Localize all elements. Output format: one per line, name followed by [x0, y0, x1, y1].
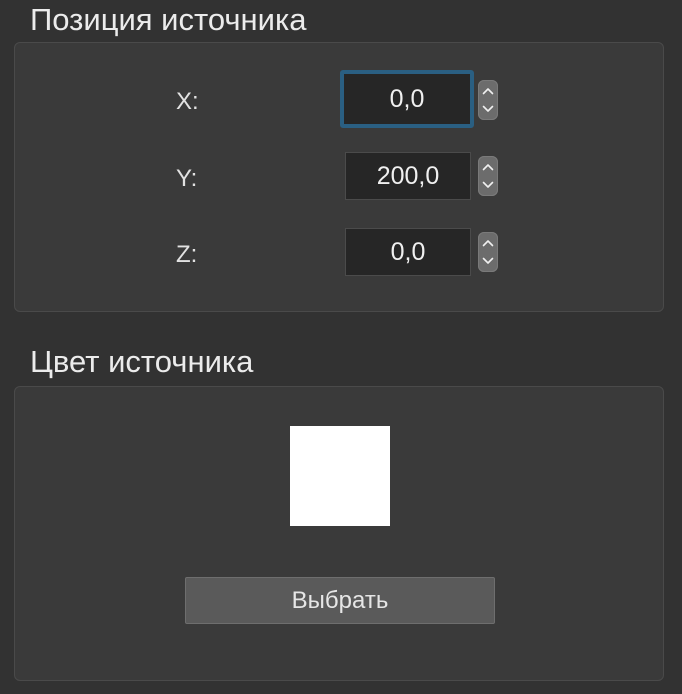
z-stepper[interactable]: [478, 232, 498, 272]
x-stepper-up[interactable]: [478, 80, 498, 100]
z-label: Z:: [176, 241, 198, 268]
z-stepper-down[interactable]: [478, 252, 498, 272]
color-swatch[interactable]: [290, 426, 390, 526]
y-stepper-down[interactable]: [478, 176, 498, 196]
y-stepper-up[interactable]: [478, 156, 498, 176]
z-stepper-up[interactable]: [478, 232, 498, 252]
x-label: X:: [176, 88, 199, 115]
z-input[interactable]: [345, 228, 471, 276]
chevron-down-icon: [482, 181, 494, 188]
y-stepper[interactable]: [478, 156, 498, 196]
chevron-down-icon: [482, 105, 494, 112]
chevron-up-icon: [482, 88, 494, 95]
x-input[interactable]: [340, 70, 474, 128]
position-group-box: [14, 42, 664, 312]
position-section-title: Позиция источника: [30, 2, 307, 37]
chevron-up-icon: [482, 164, 494, 171]
color-section-title: Цвет источника: [30, 344, 254, 379]
choose-color-button[interactable]: Выбрать: [185, 577, 495, 624]
x-stepper-down[interactable]: [478, 100, 498, 120]
chevron-down-icon: [482, 257, 494, 264]
x-stepper[interactable]: [478, 80, 498, 120]
chevron-up-icon: [482, 240, 494, 247]
y-label: Y:: [176, 165, 198, 192]
y-input[interactable]: [345, 152, 471, 200]
